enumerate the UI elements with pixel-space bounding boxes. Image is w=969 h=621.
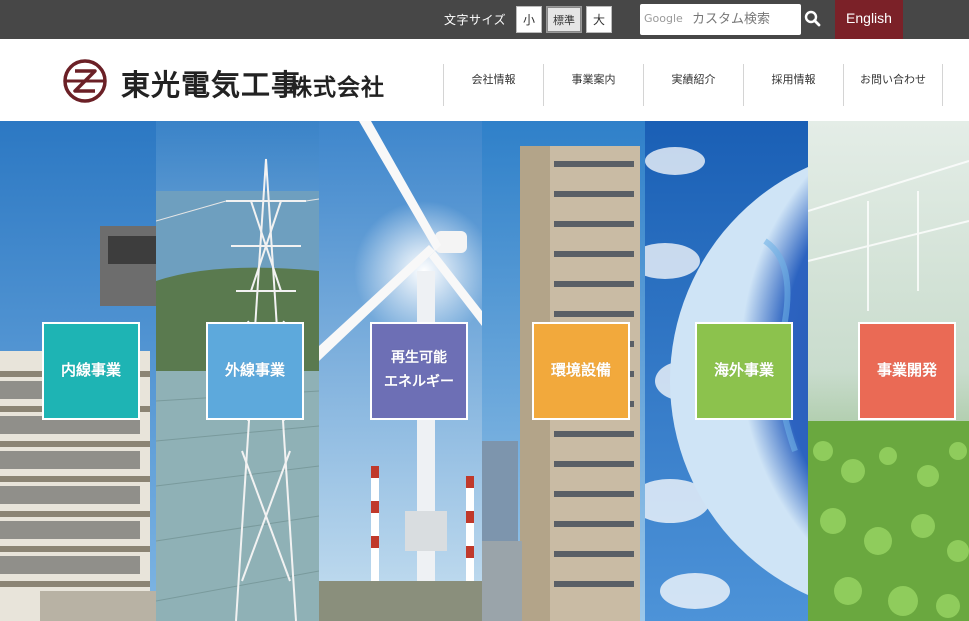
font-size-label: 文字サイズ [444,13,507,27]
search-button[interactable] [802,8,824,30]
tile-label: 外線事業 [224,361,285,380]
tile-label: 事業開発 [876,361,937,380]
company-suffix: 株式会社 [289,75,385,101]
tile-business-development[interactable]: 事業開発 [858,322,956,420]
hero-panel-development: 事業開発 [808,121,969,621]
hero-panel-overseas: 海外事業 [645,121,808,621]
main-nav: 会社情報 事業案内 実績紹介 採用情報 お問い合わせ [443,64,943,106]
font-size-small-button[interactable]: 小 [516,6,542,33]
english-button[interactable]: English [835,0,903,39]
nav-item-company[interactable]: 会社情報 [443,64,543,106]
site-logo[interactable]: 東光電気工事 株式会社 [61,59,406,105]
tile-label: 内線事業 [60,361,121,380]
font-size-large-button[interactable]: 大 [586,6,612,33]
nav-item-works[interactable]: 実績紹介 [643,64,743,106]
top-utility-bar: 文字サイズ 小 標準 大 Google English [0,0,969,39]
search-input[interactable] [692,7,797,31]
hero-panel-environment: 環境設備 [482,121,645,621]
tile-renewable-energy[interactable]: 再生可能 エネルギー [370,322,468,420]
tile-label-line-2: エネルギー [384,374,454,390]
search-box: Google [640,4,801,35]
hero-panel-powerline: 外線事業 [156,121,319,621]
tile-internal-wiring[interactable]: 内線事業 [42,322,140,420]
tile-label: 海外事業 [713,361,774,380]
tile-external-lines[interactable]: 外線事業 [206,322,304,420]
nav-item-contact[interactable]: お問い合わせ [843,64,943,106]
site-header: 東光電気工事 株式会社 会社情報 事業案内 実績紹介 採用情報 お問い合わせ [0,39,969,121]
tile-label: 環境設備 [550,361,611,380]
nav-item-business[interactable]: 事業案内 [543,64,643,106]
hero-panel-office: 内線事業 [0,121,156,621]
hero-panel-renewable: 再生可能 エネルギー [319,121,482,621]
font-size-standard-button[interactable]: 標準 [546,6,582,33]
company-name: 東光電気工事 [121,68,302,102]
nav-item-recruit[interactable]: 採用情報 [743,64,843,106]
tile-overseas-business[interactable]: 海外事業 [695,322,793,420]
tile-label-line-1: 再生可能 [391,350,447,367]
company-logo-mark [63,59,107,103]
tile-environmental-equipment[interactable]: 環境設備 [532,322,630,420]
hero-banner: 内線事業 外線事業 再生可能 エネルギー 環境設備 海外事業 事業開発 [0,121,969,621]
search-icon [804,10,821,27]
search-brand-label: Google [644,12,683,25]
